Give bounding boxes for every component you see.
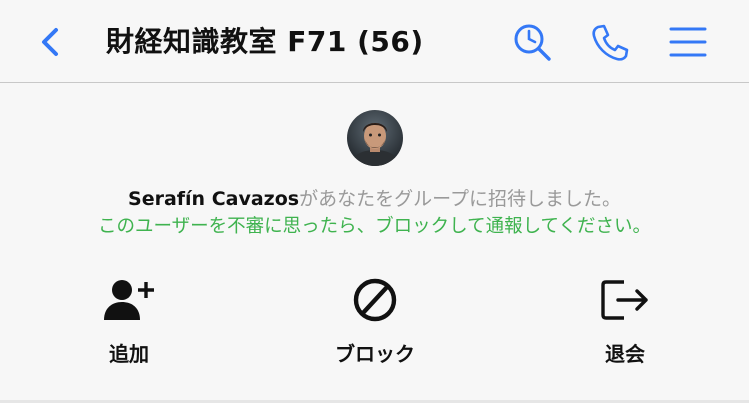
group-invitation-panel: Serafín Cavazosがあなたをグループに招待しました。 このユーザーを… (0, 83, 749, 401)
search-button[interactable] (510, 20, 554, 64)
leave-label: 退会 (605, 342, 645, 366)
search-clock-icon (514, 24, 551, 61)
phone-icon (592, 24, 629, 61)
leave-icon (601, 280, 648, 320)
inviter-name[interactable]: Serafín Cavazos (128, 188, 299, 210)
call-button[interactable] (588, 20, 632, 64)
block-button[interactable]: ブロック (300, 278, 450, 368)
add-user-icon (104, 280, 154, 320)
chevron-left-icon (42, 28, 58, 56)
avatar-photo (347, 110, 403, 166)
leave-button[interactable]: 退会 (550, 278, 700, 368)
block-label: ブロック (335, 342, 415, 366)
block-icon (353, 278, 397, 322)
invite-text: があなたをグループに招待しました。 (299, 188, 621, 210)
invitation-message: Serafín Cavazosがあなたをグループに招待しました。 (0, 184, 749, 211)
navigation-bar: 財経知識教室 F71 (56) (0, 0, 749, 83)
inviter-avatar[interactable] (347, 110, 403, 166)
chat-title: 財経知識教室 F71 (56) (106, 25, 424, 58)
add-button[interactable]: 追加 (54, 278, 204, 368)
menu-button[interactable] (666, 20, 710, 64)
menu-icon (669, 27, 707, 57)
back-button[interactable] (28, 20, 72, 64)
block-warning-text: このユーザーを不審に思ったら、ブロックして通報してください。 (98, 216, 651, 237)
add-label: 追加 (109, 342, 149, 366)
